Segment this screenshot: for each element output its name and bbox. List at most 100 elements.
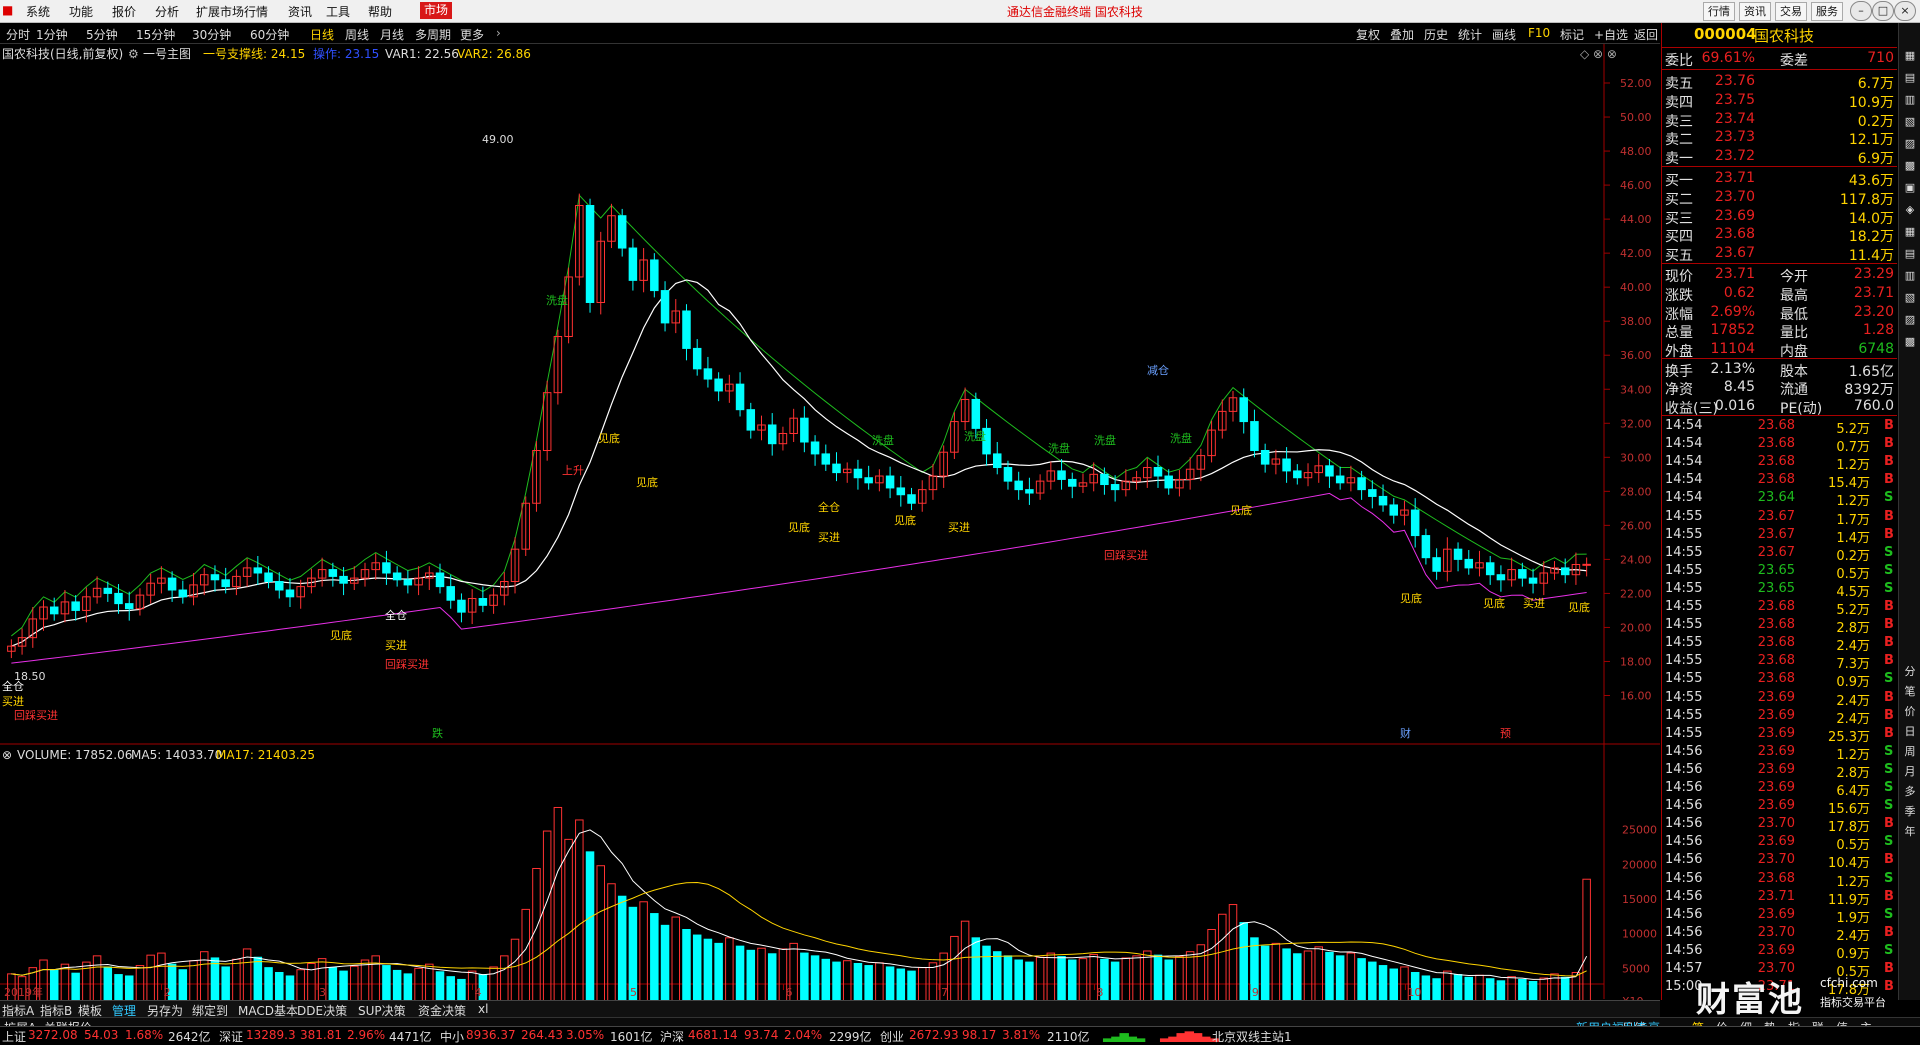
tool-adjust[interactable]: 复权 [1356,26,1380,43]
indicator-move-icon[interactable]: ◇ ⊗ ⊗ [1580,47,1617,61]
index-sh-name[interactable]: 上证 [2,1028,26,1045]
top-button-quote[interactable]: 行情 [1703,2,1735,21]
tick-row[interactable]: 14:56 23.69 2.8万 S [1662,762,1897,781]
tick-row[interactable]: 14:55 23.68 0.9万 S [1662,671,1897,690]
side-period-1[interactable]: 笔 [1901,683,1919,699]
tick-row[interactable]: 14:54 23.68 15.4万 B [1662,472,1897,491]
kline-chart-area[interactable]: 52.00 50.00 48.00 46.00 44.00 42.00 40.00 38.00… [0,44,1660,1008]
menu-item-ext-market[interactable]: 扩展市场行情 [196,3,268,20]
index-sz-name[interactable]: 深证 [219,1028,243,1045]
top-button-service[interactable]: 服务 [1811,2,1843,21]
tick-row[interactable]: 14:55 23.69 25.3万 B [1662,726,1897,745]
toolbar-icon[interactable]: ◈ [1901,203,1919,216]
toolbar-icon[interactable]: ▥ [1901,269,1919,282]
tick-row[interactable]: 14:56 23.70 2.4万 B [1662,925,1897,944]
side-period-3[interactable]: 日 [1901,723,1919,739]
tick-row[interactable]: 14:56 23.69 0.5万 S [1662,834,1897,853]
minimize-icon[interactable]: – [1850,1,1872,21]
toolbar-icon[interactable]: ▦ [1901,225,1919,238]
period-intraday[interactable]: 分时 [6,26,30,43]
tick-row[interactable]: 14:56 23.70 10.4万 B [1662,852,1897,871]
menu-item-quote[interactable]: 报价 [112,3,136,20]
tick-row[interactable]: 14:55 23.69 2.4万 B [1662,690,1897,709]
index-cy-name[interactable]: 创业 [880,1028,904,1045]
toolbar-icon[interactable]: ▦ [1901,49,1919,62]
period-daily[interactable]: 日线 [310,26,334,43]
index-zx-name[interactable]: 中小 [440,1028,464,1045]
tool-overlay[interactable]: 叠加 [1390,26,1414,43]
tool-mark[interactable]: 标记 [1560,26,1584,43]
tool-history[interactable]: 历史 [1424,26,1448,43]
tick-row[interactable]: 14:55 23.67 1.4万 B [1662,527,1897,546]
top-button-news[interactable]: 资讯 [1739,2,1771,21]
side-period-7[interactable]: 季 [1901,803,1919,819]
tool-back[interactable]: 返回 [1634,26,1658,43]
tool-draw[interactable]: 画线 [1492,26,1516,43]
chevron-right-icon[interactable]: › [496,26,501,40]
tick-row[interactable]: 14:56 23.69 1.9万 S [1662,907,1897,926]
indicator-name[interactable]: 一号主图 [143,47,191,61]
tick-row[interactable]: 14:55 23.67 0.2万 S [1662,545,1897,564]
tick-row[interactable]: 14:55 23.65 0.5万 S [1662,563,1897,582]
period-60min[interactable]: 60分钟 [250,26,289,43]
tick-row[interactable]: 14:56 23.69 15.6万 S [1662,798,1897,817]
period-weekly[interactable]: 周线 [345,26,369,43]
period-5min[interactable]: 5分钟 [86,26,118,43]
tick-row[interactable]: 14:56 23.71 11.9万 B [1662,889,1897,908]
restore-icon[interactable]: □ [1872,1,1894,21]
tick-row[interactable]: 14:55 23.68 2.8万 B [1662,617,1897,636]
period-multi[interactable]: 多周期 [415,26,451,43]
toolbar-icon[interactable]: ▩ [1901,335,1919,348]
side-period-8[interactable]: 年 [1901,823,1919,839]
period-monthly[interactable]: 月线 [380,26,404,43]
tick-row[interactable]: 14:56 23.69 0.9万 S [1662,943,1897,962]
tick-row[interactable]: 14:55 23.68 2.4万 B [1662,635,1897,654]
toolbar-icon[interactable]: ▧ [1901,291,1919,304]
toolbar-icon[interactable]: ▤ [1901,247,1919,260]
toolbar-icon[interactable]: ▧ [1901,115,1919,128]
tick-row[interactable]: 14:55 23.67 1.7万 B [1662,509,1897,528]
side-period-0[interactable]: 分 [1901,663,1919,679]
toolbar-icon[interactable]: ▩ [1901,159,1919,172]
tick-row[interactable]: 14:54 23.64 1.2万 S [1662,490,1897,509]
side-period-4[interactable]: 周 [1901,743,1919,759]
indicator-tab-10[interactable]: xl [478,1002,488,1016]
menu-item-info[interactable]: 资讯 [288,3,312,20]
tick-row[interactable]: 14:54 23.68 5.2万 B [1662,418,1897,437]
side-period-6[interactable]: 多 [1901,783,1919,799]
menu-item-system[interactable]: 系统 [26,3,50,20]
tick-row[interactable]: 14:56 23.68 1.2万 S [1662,871,1897,890]
menu-item-help[interactable]: 帮助 [368,3,392,20]
menu-item-function[interactable]: 功能 [69,3,93,20]
side-period-2[interactable]: 价 [1901,703,1919,719]
period-30min[interactable]: 30分钟 [192,26,231,43]
period-15min[interactable]: 15分钟 [136,26,175,43]
menu-item-tools[interactable]: 工具 [326,3,350,20]
tick-row[interactable]: 14:55 23.68 7.3万 B [1662,653,1897,672]
top-button-trade[interactable]: 交易 [1775,2,1807,21]
server-name[interactable]: 北京双线主站1 [1212,1028,1292,1045]
tick-row[interactable]: 14:55 23.69 2.4万 B [1662,708,1897,727]
tick-row[interactable]: 14:54 23.68 0.7万 B [1662,436,1897,455]
tool-add-watch[interactable]: +自选 [1594,26,1628,43]
index-hs-name[interactable]: 沪深 [660,1028,684,1045]
period-more[interactable]: 更多 [460,26,484,43]
period-1min[interactable]: 1分钟 [36,26,68,43]
tick-row[interactable]: 14:55 23.68 5.2万 B [1662,599,1897,618]
menu-item-analysis[interactable]: 分析 [155,3,179,20]
tick-list[interactable]: 14:54 23.68 5.2万 B 14:54 23.68 0.7万 B 14:54 23.68… [1662,418,1897,998]
toolbar-icon[interactable]: ▤ [1901,71,1919,84]
toolbar-icon[interactable]: ▨ [1901,137,1919,150]
side-period-5[interactable]: 月 [1901,763,1919,779]
toolbar-icon[interactable]: ▥ [1901,93,1919,106]
kline-chart[interactable]: 52.00 50.00 48.00 46.00 44.00 42.00 40.00 38.00… [0,44,1660,1008]
tick-row[interactable]: 14:56 23.70 17.8万 B [1662,816,1897,835]
tick-row[interactable]: 14:55 23.65 4.5万 S [1662,581,1897,600]
tick-row[interactable]: 14:56 23.69 6.4万 S [1662,780,1897,799]
menu-item-market[interactable]: 市场 [420,2,453,19]
tool-stats[interactable]: 统计 [1458,26,1482,43]
close-icon[interactable]: × [1894,1,1916,21]
settings-gear-icon[interactable]: ⚙ [128,47,139,61]
toolbar-icon[interactable]: ▣ [1901,181,1919,194]
toolbar-icon[interactable]: ▨ [1901,313,1919,326]
